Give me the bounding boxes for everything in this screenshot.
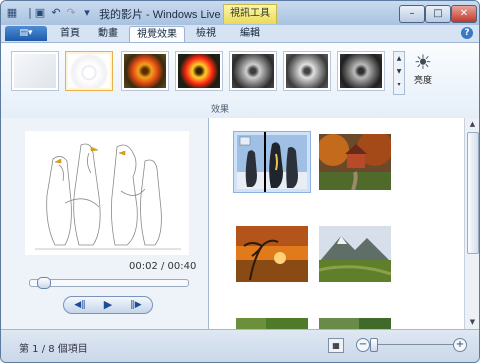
maximize-button[interactable]: □ xyxy=(425,5,451,23)
gallery-scroll-up-icon[interactable]: ▲ xyxy=(394,52,404,65)
thumbnail-size-icon[interactable]: ▦ xyxy=(328,338,344,353)
previous-frame-button[interactable]: ◀‖ xyxy=(66,297,94,313)
effect-none[interactable] xyxy=(11,51,59,91)
tab-home[interactable]: 首頁 xyxy=(53,26,87,42)
zoom-slider-thumb[interactable] xyxy=(370,338,378,352)
next-frame-button[interactable]: ‖▶ xyxy=(122,297,150,313)
tab-view[interactable]: 檢視 xyxy=(189,26,223,42)
item-count: 第 1 / 8 個項目 xyxy=(19,344,88,355)
effect-bw-2[interactable] xyxy=(283,51,331,91)
main-area: 00:02 / 00:40 ◀‖ ▶ ‖▶ ▲ ▼ xyxy=(1,118,479,329)
storyboard-scrollbar[interactable]: ▲ ▼ xyxy=(464,118,479,329)
app-window: ▦ | ▣ ↶ ↷ ▾ 我的影片 - Windows Live Mo... 視訊… xyxy=(0,0,480,363)
gallery-more-icon[interactable]: ▾ xyxy=(394,78,404,91)
play-button[interactable]: ▶ xyxy=(94,297,122,313)
application-menu-button[interactable]: ▤▾ xyxy=(5,26,47,41)
effect-color-1[interactable] xyxy=(121,51,169,91)
seek-thumb[interactable] xyxy=(37,277,51,289)
effects-gallery xyxy=(11,51,391,95)
storyboard-item-penguins[interactable] xyxy=(233,131,311,193)
redo-icon[interactable]: ↷ xyxy=(64,6,78,20)
title-bar: ▦ | ▣ ↶ ↷ ▾ 我的影片 - Windows Live Mo... 視訊… xyxy=(1,1,479,25)
brightness-label: 亮度 xyxy=(413,76,432,86)
film-icon[interactable]: ▦ xyxy=(5,6,19,20)
brightness-button[interactable]: ☀ 亮度 xyxy=(409,51,437,86)
penguins-thumbnail xyxy=(237,132,307,192)
storyboard-item-mountain-valley[interactable] xyxy=(318,226,392,284)
close-button[interactable]: ✕ xyxy=(451,5,477,23)
preview-pane: 00:02 / 00:40 ◀‖ ▶ ‖▶ xyxy=(1,118,209,329)
storyboard-item-sunset-palms[interactable] xyxy=(236,226,308,284)
scrollbar-thumb[interactable] xyxy=(467,132,479,254)
zoom-slider-track[interactable] xyxy=(373,344,453,345)
effects-group-label: 效果 xyxy=(211,105,230,115)
playback-controls: ◀‖ ▶ ‖▶ xyxy=(63,296,153,314)
storyboard-item-autumn-house[interactable] xyxy=(317,130,393,192)
green-2-thumbnail xyxy=(319,318,391,329)
ribbon-panel: ▲ ▼ ▾ ☀ 亮度 效果 xyxy=(1,42,479,119)
green-1-thumbnail xyxy=(236,318,308,329)
video-preview[interactable] xyxy=(25,131,189,255)
seek-bar[interactable] xyxy=(29,277,189,289)
autumn-house-thumbnail xyxy=(317,130,393,191)
customize-quick-access-icon[interactable]: ▾ xyxy=(80,6,94,20)
tab-edit[interactable]: 編輯 xyxy=(233,26,267,42)
scroll-down-icon[interactable]: ▼ xyxy=(465,316,479,328)
sunset-palms-thumbnail xyxy=(236,226,308,282)
scroll-up-icon[interactable]: ▲ xyxy=(465,118,479,130)
effect-bw-3[interactable] xyxy=(337,51,385,91)
effect-sketch[interactable] xyxy=(65,51,113,91)
effect-color-2[interactable] xyxy=(175,51,223,91)
video-tools-context-tab: 視訊工具 xyxy=(223,4,277,24)
storyboard-item-green-1[interactable] xyxy=(236,318,308,329)
sun-icon: ☀ xyxy=(414,50,432,74)
tab-visual-effects[interactable]: 視覺效果 xyxy=(129,26,185,43)
mountain-valley-thumbnail xyxy=(318,226,392,282)
zoom-in-button[interactable]: + xyxy=(453,338,467,352)
tab-animations[interactable]: 動畫 xyxy=(91,26,125,42)
gallery-scroll[interactable]: ▲ ▼ ▾ xyxy=(393,51,405,95)
help-icon[interactable]: ? xyxy=(461,27,473,39)
save-icon[interactable]: ▣ xyxy=(33,6,47,20)
effect-bw-1[interactable] xyxy=(229,51,277,91)
zoom-out-button[interactable]: − xyxy=(356,338,370,352)
penguins-sketch-image xyxy=(25,131,189,255)
playback-time: 00:02 / 00:40 xyxy=(129,261,197,272)
ribbon-tab-row: ▤▾ 首頁 動畫 視覺效果 檢視 編輯 ? xyxy=(1,25,479,43)
gallery-scroll-down-icon[interactable]: ▼ xyxy=(394,65,404,78)
undo-icon[interactable]: ↶ xyxy=(49,6,63,20)
status-bar: 第 1 / 8 個項目 ▦ − + xyxy=(1,329,479,362)
storyboard-item-green-2[interactable] xyxy=(319,318,391,329)
minimize-button[interactable]: – xyxy=(399,5,425,23)
storyboard xyxy=(209,118,464,329)
